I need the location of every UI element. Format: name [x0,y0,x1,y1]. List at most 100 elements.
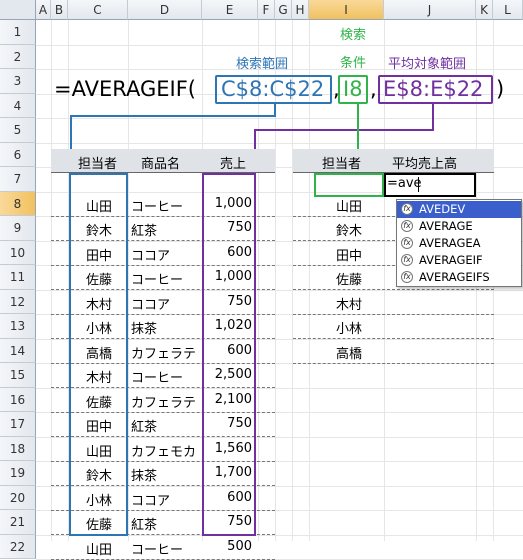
formula-arg-average-range: E$8:E$22 [383,77,484,101]
cell-criteria-person[interactable]: 高橋 [314,343,384,362]
grid-line-horizontal [36,142,523,144]
grid-line-vertical [51,20,52,541]
autocomplete-item-label: AVEDEV [419,202,466,216]
cell-criteria-person[interactable]: 鈴木 [314,220,384,239]
column-header-j[interactable]: J [384,0,476,20]
cell-product[interactable]: 抹茶 [131,318,203,337]
autocomplete-item-label: AVERAGEIF [419,253,483,267]
cell-criteria-person[interactable]: 木村 [314,294,384,313]
formula-arg-search-range: C$8:C$22 [221,77,325,101]
row-header-2[interactable]: 2 [0,44,36,69]
left-header-product: 商品名 [141,157,181,172]
cell-product[interactable]: 抹茶 [131,465,203,484]
autocomplete-item[interactable]: fx AVERAGEA [397,235,521,252]
row-header-21[interactable]: 21 [0,510,36,535]
grid-line-horizontal [36,118,523,119]
cell-product[interactable]: カフェモカ [131,441,203,460]
column-header-l[interactable]: L [493,0,523,20]
label-search-criteria-line2: 条件 [340,56,367,71]
autocomplete-item-label: AVERAGEA [419,236,481,250]
cell-criteria-person[interactable]: 佐藤 [314,269,384,288]
cell-criteria-person[interactable]: 小林 [314,318,384,337]
select-all-corner[interactable] [0,0,36,20]
autocomplete-item-label: AVERAGE [419,219,473,233]
function-autocomplete[interactable]: fx AVEDEV fx AVERAGE fx AVERAGEA fx AVERAGEIF fx… [396,199,522,287]
cell-product[interactable]: ココア [131,294,203,313]
column-header-e[interactable]: E [202,0,258,20]
row-header-11[interactable]: 11 [0,265,36,290]
row-header-5[interactable]: 5 [0,118,36,143]
column-header-i[interactable]: I [309,0,384,20]
cell-product[interactable]: コーヒー [131,367,203,386]
row-header-10[interactable]: 10 [0,240,36,265]
text-cursor [418,177,419,192]
cell-criteria-person[interactable]: 田中 [314,245,384,264]
cell-product[interactable]: 紅茶 [131,220,203,239]
row-header-9[interactable]: 9 [0,216,36,241]
grid-line-horizontal [36,44,523,46]
autocomplete-item[interactable]: fx AVEDEV [397,201,521,218]
row-header-15[interactable]: 15 [0,363,36,388]
row-header-6[interactable]: 6 [0,142,36,167]
cell-criteria-person[interactable]: 山田 [314,196,384,215]
average-range-connector-h [254,129,434,131]
autocomplete-item[interactable]: fx AVERAGE [397,218,521,235]
right-header-average: 平均売上高 [392,157,458,172]
formula-prefix: =AVERAGEIF( [54,77,196,101]
criteria-cell-highlight [314,173,384,197]
cell-product[interactable]: ココア [131,490,203,509]
column-header-g[interactable]: G [275,0,292,20]
row-header-13[interactable]: 13 [0,314,36,339]
row-header-18[interactable]: 18 [0,436,36,461]
right-header-person: 担当者 [322,157,362,172]
formula-arg-criteria: I8 [343,77,363,101]
cell-product[interactable]: カフェラテ [131,343,203,362]
row-header-19[interactable]: 19 [0,461,36,486]
cell-product[interactable]: コーヒー [131,539,203,558]
row-header-8[interactable]: 8 [0,191,36,216]
label-search-range: 検索範囲 [236,57,289,72]
cell-person[interactable]: 山田 [70,539,128,558]
label-average-range: 平均対象範囲 [388,57,467,72]
formula-display: =AVERAGEIF( [54,76,196,104]
search-range-connector-h [70,115,276,117]
column-header-h[interactable]: H [292,0,309,20]
column-header-d[interactable]: D [128,0,202,20]
column-header-f[interactable]: F [258,0,275,20]
row-header-7[interactable]: 7 [0,167,36,192]
left-header-sales: 売上 [220,157,247,172]
cell-product[interactable]: コーヒー [131,196,203,215]
row-header-3[interactable]: 3 [0,69,36,94]
cell-product[interactable]: コーヒー [131,269,203,288]
function-icon: fx [401,254,413,266]
column-header-k[interactable]: K [476,0,493,20]
column-header-c[interactable]: C [68,0,128,20]
row-header-14[interactable]: 14 [0,338,36,363]
function-icon: fx [401,271,413,283]
cell-product[interactable]: 紅茶 [131,416,203,435]
cell-edit-text[interactable]: =ave [387,176,422,192]
cell-product[interactable]: 紅茶 [131,514,203,533]
search-range-highlight [69,173,128,536]
autocomplete-item-label: AVERAGEIFS [419,270,490,284]
autocomplete-item[interactable]: fx AVERAGEIF [397,252,521,269]
row-header-17[interactable]: 17 [0,412,36,437]
row-header-22[interactable]: 22 [0,534,36,559]
cell-product[interactable]: カフェラテ [131,392,203,411]
autocomplete-item[interactable]: fx AVERAGEIFS [397,269,521,286]
column-header-a[interactable]: A [36,0,51,20]
cell-product[interactable]: ココア [131,245,203,264]
function-icon: fx [401,237,413,249]
row-divider [293,362,494,364]
row-header-16[interactable]: 16 [0,387,36,412]
row-divider [293,338,494,339]
left-header-person: 担当者 [78,157,118,172]
row-divider [51,558,275,560]
average-range-highlight [202,173,256,536]
row-header-20[interactable]: 20 [0,485,36,510]
row-header-4[interactable]: 4 [0,93,36,118]
row-header-12[interactable]: 12 [0,289,36,314]
function-icon: fx [401,203,413,215]
column-header-b[interactable]: B [51,0,68,20]
row-header-1[interactable]: 1 [0,20,36,45]
